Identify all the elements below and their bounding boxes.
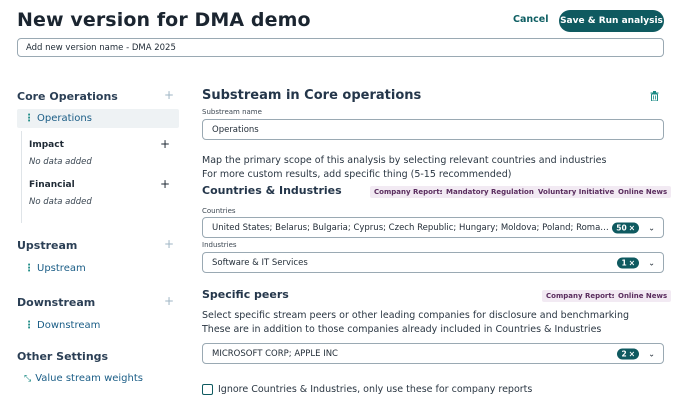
sidebar-item-label: Operations — [37, 113, 92, 124]
core-operations-heading: Core Operations — [17, 90, 118, 103]
substream-name-label: Substream name — [202, 108, 262, 116]
peers-count-badge[interactable]: 2 × — [617, 348, 639, 359]
page-title: New version for DMA demo — [17, 9, 311, 31]
peers-description-2: These are in addition to those companies… — [202, 324, 602, 335]
add-downstream-plus-icon[interactable]: + — [164, 295, 174, 307]
downstream-heading: Downstream — [17, 296, 96, 309]
peers-value: MICROSOFT CORP; APPLE INC — [212, 348, 338, 359]
countries-select[interactable]: United States; Belarus; Bulgaria; Cyprus… — [202, 217, 664, 238]
industries-label: Industries — [202, 241, 237, 249]
tag-company-reports: Company Reports — [542, 290, 620, 302]
clear-icon[interactable]: × — [629, 349, 635, 358]
impact-empty-text: No data added — [29, 157, 92, 167]
sidebar-item-label: Downstream — [37, 320, 101, 331]
ignore-label: Ignore Countries & Industries, only use … — [218, 384, 533, 395]
sidebar-rail — [21, 131, 22, 223]
drag-handle-icon[interactable]: ⋮ — [24, 320, 34, 331]
countries-label: Countries — [202, 207, 236, 215]
upstream-heading: Upstream — [17, 239, 78, 252]
arrows-diagonal-icon: ⤡ — [24, 373, 32, 384]
scope-description: Map the primary scope of this analysis b… — [202, 155, 607, 166]
sidebar-item-upstream[interactable]: ⋮ Upstream — [24, 263, 86, 274]
version-name-input[interactable]: Add new version name - DMA 2025 — [17, 38, 664, 57]
add-impact-plus-icon[interactable]: + — [160, 138, 170, 150]
sidebar-item-value-stream-weights[interactable]: ⤡ Value stream weights — [24, 373, 143, 384]
scope-description-2: For more custom results, add specific th… — [202, 169, 512, 180]
industries-select[interactable]: Software & IT Services 1 × ⌄ — [202, 252, 664, 273]
ignore-countries-option[interactable]: Ignore Countries & Industries, only use … — [202, 384, 532, 395]
sidebar-item-label: Upstream — [37, 263, 86, 274]
sidebar-item-downstream[interactable]: ⋮ Downstream — [24, 320, 100, 331]
sidebar-item-label: Value stream weights — [35, 373, 143, 384]
substream-name-input[interactable]: Operations — [202, 119, 664, 140]
save-run-button[interactable]: Save & Run analysis — [559, 10, 664, 32]
countries-count: 50 — [616, 223, 627, 232]
clear-icon[interactable]: × — [629, 223, 635, 232]
chevron-down-icon[interactable]: ⌄ — [648, 223, 655, 232]
industries-value: Software & IT Services — [212, 257, 308, 268]
peers-count: 2 — [621, 349, 627, 358]
tag-company-reports: Company Reports — [370, 186, 448, 198]
tag-online-news: Online News — [614, 290, 672, 302]
other-settings-heading: Other Settings — [17, 350, 109, 363]
cancel-button[interactable]: Cancel — [513, 14, 548, 25]
add-upstream-plus-icon[interactable]: + — [164, 238, 174, 250]
countries-value: United States; Belarus; Bulgaria; Cyprus… — [212, 222, 612, 233]
drag-handle-icon[interactable]: ⋮ — [24, 113, 34, 124]
specific-peers-heading: Specific peers — [202, 288, 289, 301]
substream-name-value: Operations — [212, 124, 259, 135]
peers-select[interactable]: MICROSOFT CORP; APPLE INC 2 × ⌄ — [202, 343, 664, 364]
chevron-down-icon[interactable]: ⌄ — [648, 349, 655, 358]
ignore-checkbox[interactable] — [202, 384, 213, 395]
countries-industries-heading: Countries & Industries — [202, 184, 342, 197]
financial-label: Financial — [29, 180, 75, 190]
add-core-plus-icon[interactable]: + — [164, 89, 174, 101]
tag-voluntary-initiatives: Voluntary Initiatives — [534, 186, 623, 198]
tag-online-news: Online News — [614, 186, 672, 198]
chevron-down-icon[interactable]: ⌄ — [648, 258, 655, 267]
add-financial-plus-icon[interactable]: + — [160, 178, 170, 190]
financial-empty-text: No data added — [29, 197, 92, 207]
industries-count: 1 — [621, 258, 627, 267]
version-name-value: Add new version name - DMA 2025 — [26, 42, 176, 53]
clear-icon[interactable]: × — [629, 258, 635, 267]
sidebar-item-operations[interactable]: ⋮ Operations — [24, 113, 92, 124]
substream-title: Substream in Core operations — [202, 88, 422, 103]
tag-mandatory-regulations: Mandatory Regulations — [442, 186, 542, 198]
countries-count-badge[interactable]: 50 × — [612, 222, 639, 233]
peers-description: Select specific stream peers or other le… — [202, 310, 629, 321]
trash-icon[interactable] — [650, 91, 659, 101]
industries-count-badge[interactable]: 1 × — [617, 257, 639, 268]
drag-handle-icon[interactable]: ⋮ — [24, 263, 34, 274]
impact-label: Impact — [29, 140, 64, 150]
